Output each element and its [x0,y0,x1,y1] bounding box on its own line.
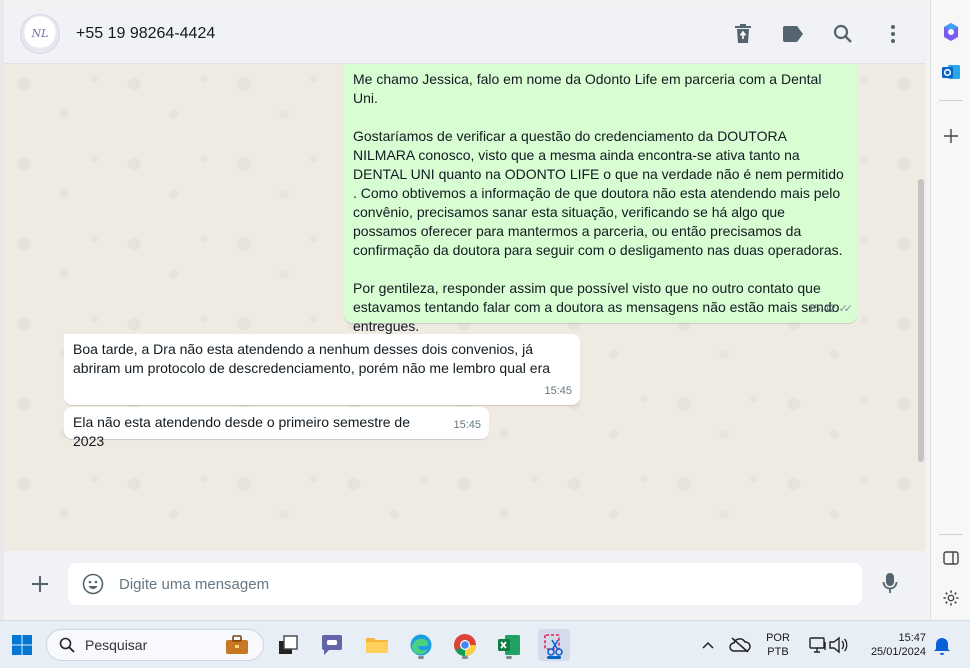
delete-icon[interactable] [732,23,754,45]
contact-name[interactable]: +55 19 98264-4424 [76,25,215,43]
sidebar-divider [939,100,963,101]
task-view-icon[interactable] [273,629,305,661]
clock[interactable]: 15:47 25/01/2024 [858,631,926,659]
whatsapp-chat-window: NL +55 19 98264-4424 Me chamo Jessica, f… [4,4,926,616]
keyboard-layout: PTB [767,646,789,658]
edge-browser-icon[interactable] [405,629,437,661]
running-indicator [506,656,512,659]
menu-kebab-icon[interactable] [882,23,904,45]
onedrive-offline-icon[interactable] [724,629,756,661]
attach-plus-icon[interactable] [28,572,52,596]
split-screen-icon[interactable] [938,545,964,571]
avatar[interactable]: NL [20,13,60,54]
chevron-up-icon[interactable] [692,629,724,661]
browser-sidebar [930,0,970,620]
microphone-icon[interactable] [878,571,902,595]
notification-bell-icon[interactable] [926,629,958,661]
message-text: Boa tarde, a Dra não esta atendendo a ne… [73,341,551,376]
snipping-tool-icon[interactable] [538,629,570,661]
taskbar: Pesquisar POR PTB 15:47 25/01/2024 [0,620,970,668]
message-text: Ela não esta atendendo desde o primeiro … [73,414,414,449]
header-actions [732,4,904,64]
volume-icon[interactable] [822,629,854,661]
file-explorer-icon[interactable] [361,629,393,661]
message-time: 15:45 [544,385,572,397]
running-indicator [418,656,424,659]
message-incoming[interactable]: Boa tarde, a Dra não esta atendendo a ne… [64,334,580,405]
emoji-icon[interactable] [81,572,105,596]
chat-header: NL +55 19 98264-4424 [4,4,926,64]
taskbar-search[interactable]: Pesquisar [46,629,264,661]
language-code: POR [766,632,790,644]
outlook-icon[interactable] [938,59,964,85]
message-meta: 15:42 ✓✓ [808,300,854,319]
message-outgoing[interactable]: Me chamo Jessica, falo em nome da Odonto… [344,64,857,334]
message-time: 15:42 [808,303,836,315]
composer-bar [4,551,926,616]
chat-scrollbar[interactable] [918,179,924,462]
sidebar-divider [939,534,963,535]
taskbar-search-label: Pesquisar [85,637,148,653]
chrome-browser-icon[interactable] [449,629,481,661]
copilot-icon[interactable] [938,19,964,45]
delivered-ticks-icon: ✓✓ [838,303,854,315]
label-tag-icon[interactable] [782,23,804,45]
search-icon [59,637,75,653]
add-icon[interactable] [938,123,964,149]
language-indicator[interactable]: POR PTB [762,631,794,659]
message-incoming[interactable]: Ela não esta atendendo desde o primeiro … [64,407,489,449]
search-icon[interactable] [832,23,854,45]
settings-gear-icon[interactable] [938,585,964,611]
message-input[interactable] [119,575,819,593]
running-indicator [547,656,561,659]
clock-date: 25/01/2024 [870,646,926,658]
teams-chat-icon[interactable] [316,629,348,661]
briefcase-icon [226,635,248,654]
start-windows-icon[interactable] [6,629,38,661]
message-input-box [68,563,862,605]
clock-time: 15:47 [898,632,926,644]
excel-icon[interactable] [493,629,525,661]
avatar-logo-text: NL [31,27,49,40]
message-list[interactable]: Me chamo Jessica, falo em nome da Odonto… [4,64,926,551]
message-text: Me chamo Jessica, falo em nome da Odonto… [353,71,844,334]
running-indicator [462,656,468,659]
message-time: 15:45 [453,419,481,431]
